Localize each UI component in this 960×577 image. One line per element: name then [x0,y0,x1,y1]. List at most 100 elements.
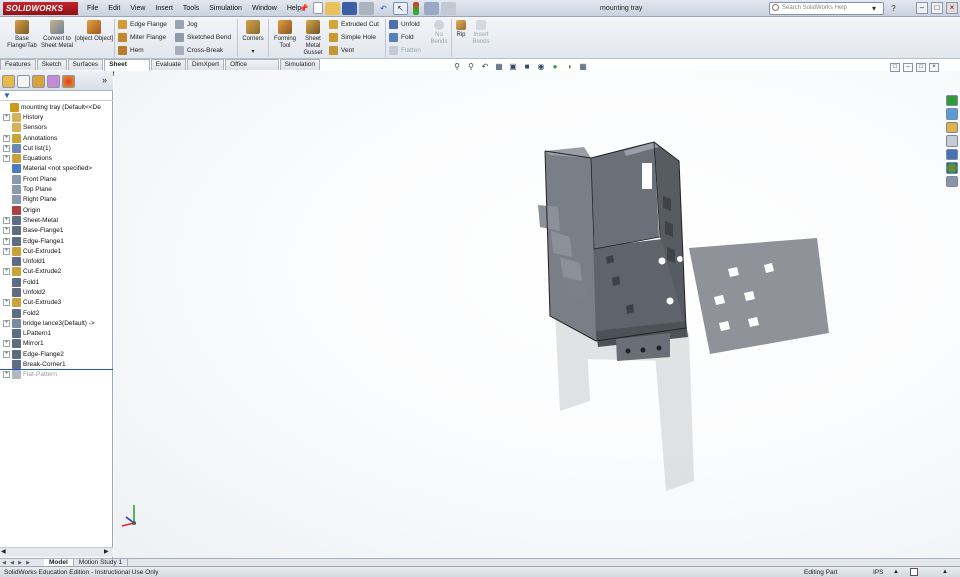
simple-hole-button[interactable]: Simple Hole [329,32,379,42]
insert-bends-button[interactable]: Insert Bends [469,20,493,46]
viewport-minimize-icon[interactable]: – [903,63,913,72]
minimize-icon[interactable]: – [916,2,928,14]
dimxpert-manager-tab-icon[interactable] [47,75,60,88]
menu-insert[interactable]: Insert [150,0,178,17]
hem-button[interactable]: Hem [118,45,167,55]
open-folder-icon[interactable] [325,2,340,15]
tab-sketch[interactable]: Sketch [36,59,67,70]
tree-item[interactable]: + Edge-Flange1 [0,236,113,246]
solidworks-resources-icon[interactable] [946,95,958,107]
expand-icon[interactable]: + [3,371,10,379]
sheet-metal-gusset-button[interactable]: Sheet Metal Gusset [300,20,326,57]
viewport-close-icon[interactable]: × [929,63,939,72]
custom-properties-icon[interactable] [946,175,958,187]
tab-dimxpert[interactable]: DimXpert [186,59,225,70]
tab-surfaces[interactable]: Surfaces [67,59,104,70]
base-flange-button[interactable]: Base Flange/Tab [4,20,40,50]
rebuild-icon[interactable] [413,2,419,15]
menu-file[interactable]: File [82,0,103,17]
tree-item[interactable]: Unfold1 [0,256,113,267]
appearances-icon[interactable] [946,162,958,174]
menu-window[interactable]: Window [247,0,282,17]
expand-icon[interactable]: + [3,350,10,358]
select-arrow-icon[interactable]: ↖ [393,2,408,15]
configuration-manager-tab-icon[interactable] [32,75,45,88]
rip-button[interactable]: Rip [454,20,468,39]
file-explorer-icon[interactable] [946,121,958,134]
tree-root-part[interactable]: mounting tray (Default<<De [0,102,113,112]
expand-icon[interactable]: + [3,113,10,121]
tree-item[interactable]: + Sheet-Metal [0,215,113,225]
zoom-to-area-icon[interactable]: ⚲ [465,62,477,72]
menu-tools[interactable]: Tools [178,0,204,17]
edit-appearance-icon[interactable]: ● [549,62,561,72]
fold-button[interactable]: Fold [389,32,421,42]
corners-button[interactable]: Corners ▾ [240,20,266,56]
tab-evaluate[interactable]: Evaluate [150,59,186,70]
viewport-split-icon[interactable]: □ [890,63,900,72]
miter-flange-button[interactable]: Miter Flange [118,32,167,42]
display-style-icon[interactable]: ■ [521,62,533,72]
tab-features[interactable]: Features [0,59,36,70]
rollback-bar[interactable] [0,369,113,370]
scroll-right-icon[interactable]: ▶ [104,548,109,555]
print-icon[interactable] [359,2,374,15]
previous-view-icon[interactable]: ↶ [479,62,491,72]
expand-icon[interactable]: + [3,227,10,235]
edge-flange-button[interactable]: Edge Flange [118,19,167,29]
convert-to-sheet-metal-button[interactable]: Convert to Sheet Metal [40,20,74,50]
unfold-button[interactable]: Unfold [389,19,421,29]
tree-item[interactable]: Unfold2 [0,287,113,297]
hide-show-items-icon[interactable]: ◉ [535,62,547,72]
horizontal-scrollbar[interactable]: ◀ ▶ [0,547,113,557]
menu-view[interactable]: View [125,0,150,17]
tab-model[interactable]: Model [44,559,74,566]
tree-item[interactable]: + Base-Flange1 [0,226,113,236]
file-properties-icon[interactable] [424,2,439,15]
view-orientation-icon[interactable]: ▣ [507,62,519,72]
expand-icon[interactable]: + [3,216,10,224]
help-icon[interactable]: ? [888,2,899,15]
tab-simulation[interactable]: Simulation [279,59,320,70]
cross-break-button[interactable]: Cross-Break [175,45,231,55]
undo-icon[interactable]: ↶ [376,2,391,15]
status-settings-icon[interactable]: ▲ [942,567,948,577]
new-document-icon[interactable] [313,2,323,14]
tree-item[interactable]: + Edge-Flange2 [0,349,113,359]
tree-item[interactable]: + History [0,112,113,122]
options-icon[interactable] [441,2,456,15]
expand-icon[interactable]: + [3,155,10,163]
design-library-icon[interactable] [946,108,958,120]
scroll-left-icon[interactable]: ◀ [1,548,6,555]
pin-icon[interactable]: 📌 [296,2,311,15]
extruded-cut-button[interactable]: Extruded Cut [329,19,379,29]
expand-icon[interactable]: + [3,319,10,327]
search-dropdown-icon[interactable]: ▾ [866,3,882,14]
tree-item[interactable]: Sensors [0,123,113,133]
lofted-bend-button[interactable]: [object Object] [74,20,114,43]
expand-icon[interactable]: + [3,268,10,276]
expand-icon[interactable]: + [3,340,10,348]
tree-item[interactable]: Material <not specified> [0,164,113,174]
viewport-restore-icon[interactable]: □ [916,63,926,72]
view-palette-icon[interactable] [946,148,958,161]
chevron-down-icon[interactable]: ▾ [240,49,266,56]
menu-edit[interactable]: Edit [103,0,125,17]
tab-motion-study-1[interactable]: Motion Study 1 [74,559,129,566]
property-manager-tab-icon[interactable] [17,75,30,88]
display-manager-tab-icon[interactable] [62,75,75,88]
filter-icon[interactable]: ▼ [3,91,11,100]
restore-icon[interactable]: □ [931,2,943,14]
tree-item[interactable]: + Mirror1 [0,339,113,349]
tab-office-products[interactable]: Office Products [225,59,279,78]
chevron-up-icon[interactable]: ▲ [893,567,899,577]
tree-item[interactable]: Fold1 [0,277,113,287]
no-bends-button[interactable]: No Bends [428,20,450,46]
rebuild-status-icon[interactable] [910,568,918,576]
jog-button[interactable]: Jog [175,19,231,29]
tree-item[interactable]: Top Plane [0,184,113,195]
tree-item[interactable]: + Equations [0,153,113,164]
expand-icon[interactable]: + [3,299,10,307]
zoom-to-fit-icon[interactable]: ⚲ [451,62,463,72]
tree-item[interactable]: Front Plane [0,174,113,184]
